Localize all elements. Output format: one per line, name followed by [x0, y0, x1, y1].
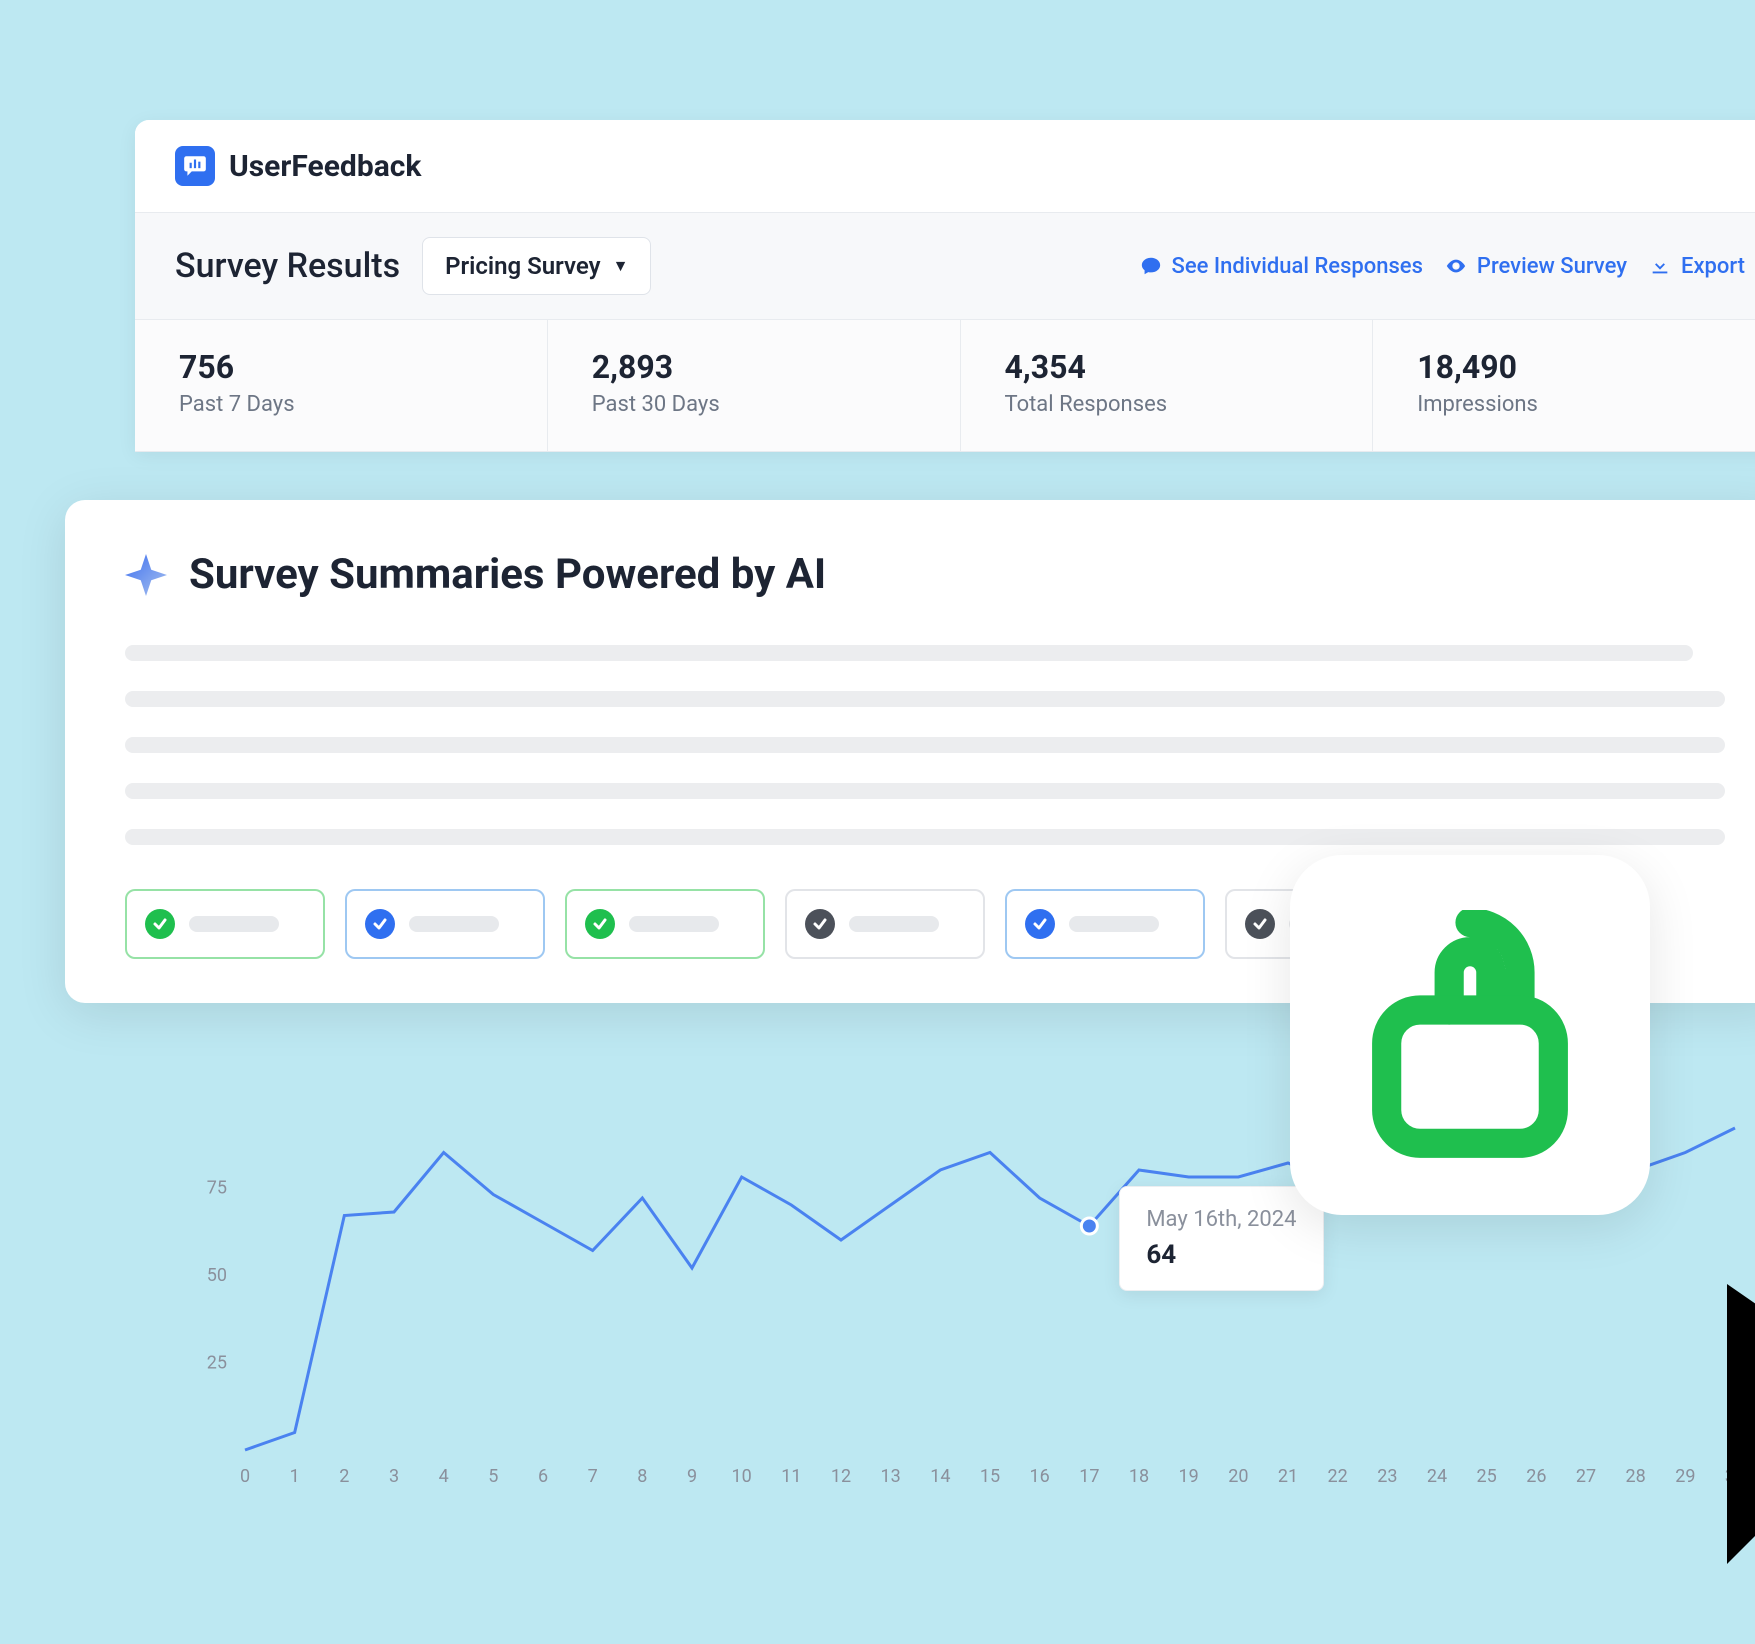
svg-text:6: 6 [538, 1466, 548, 1487]
check-icon [1245, 909, 1275, 939]
chip-label-placeholder [629, 916, 719, 932]
svg-text:25: 25 [207, 1353, 227, 1374]
svg-text:13: 13 [881, 1466, 901, 1487]
tooltip-date: May 16th, 2024 [1146, 1207, 1296, 1232]
stat-card-impressions: 18,490 Impressions [1373, 320, 1755, 452]
survey-selector[interactable]: Pricing Survey ▼ [422, 237, 651, 295]
sparkle-icon [125, 554, 167, 596]
toolbar: Survey Results Pricing Survey ▼ See Indi… [135, 213, 1755, 320]
preview-survey-link[interactable]: Preview Survey [1445, 254, 1627, 279]
svg-text:16: 16 [1030, 1466, 1050, 1487]
stat-value: 4,354 [1005, 348, 1329, 386]
filter-chip[interactable] [565, 889, 765, 959]
check-icon [145, 909, 175, 939]
export-link[interactable]: Export [1649, 254, 1745, 279]
chip-label-placeholder [409, 916, 499, 932]
export-label: Export [1681, 254, 1745, 279]
stat-label: Total Responses [1005, 392, 1329, 417]
see-responses-link[interactable]: See Individual Responses [1140, 254, 1423, 279]
svg-text:9: 9 [687, 1466, 697, 1487]
app-window: UserFeedback Survey Results Pricing Surv… [135, 120, 1755, 452]
svg-text:11: 11 [781, 1466, 801, 1487]
check-icon [365, 909, 395, 939]
svg-text:8: 8 [637, 1466, 647, 1487]
ai-summary-title: Survey Summaries Powered by AI [189, 550, 826, 599]
skeleton-line [125, 645, 1693, 661]
svg-text:7: 7 [588, 1466, 598, 1487]
stat-card-total: 4,354 Total Responses [961, 320, 1374, 452]
unlock-icon [1365, 910, 1575, 1160]
chip-label-placeholder [189, 916, 279, 932]
svg-text:50: 50 [207, 1265, 227, 1286]
brand-name: UserFeedback [229, 149, 421, 184]
cursor-icon [1097, 1244, 1755, 1644]
check-icon [1025, 909, 1055, 939]
svg-text:10: 10 [732, 1466, 752, 1487]
download-icon [1649, 255, 1671, 277]
chip-label-placeholder [849, 916, 939, 932]
chat-bar-icon [182, 153, 208, 179]
stat-value: 18,490 [1417, 348, 1741, 386]
stat-card-7days: 756 Past 7 Days [135, 320, 548, 452]
filter-chip[interactable] [345, 889, 545, 959]
svg-text:3: 3 [389, 1466, 399, 1487]
svg-text:14: 14 [930, 1466, 950, 1487]
ai-summary-header: Survey Summaries Powered by AI [125, 550, 1725, 599]
survey-selector-label: Pricing Survey [445, 252, 600, 280]
stat-label: Past 7 Days [179, 392, 503, 417]
unlock-badge [1290, 855, 1650, 1215]
skeleton-line [125, 691, 1725, 707]
stat-label: Past 30 Days [592, 392, 916, 417]
brand-logo [175, 146, 215, 186]
svg-text:4: 4 [439, 1466, 449, 1487]
svg-text:2: 2 [339, 1466, 349, 1487]
svg-text:0: 0 [240, 1466, 250, 1487]
svg-text:12: 12 [831, 1466, 851, 1487]
chat-icon [1140, 255, 1162, 277]
filter-chip[interactable] [785, 889, 985, 959]
stats-row: 756 Past 7 Days 2,893 Past 30 Days 4,354… [135, 320, 1755, 452]
stat-value: 756 [179, 348, 503, 386]
stat-value: 2,893 [592, 348, 916, 386]
eye-icon [1445, 255, 1467, 277]
chip-label-placeholder [1069, 916, 1159, 932]
stat-label: Impressions [1417, 392, 1741, 417]
filter-chip[interactable] [125, 889, 325, 959]
check-icon [585, 909, 615, 939]
app-header: UserFeedback [135, 120, 1755, 213]
preview-survey-label: Preview Survey [1477, 254, 1627, 279]
skeleton-line [125, 737, 1725, 753]
svg-text:5: 5 [488, 1466, 498, 1487]
svg-text:75: 75 [207, 1178, 227, 1199]
check-icon [805, 909, 835, 939]
caret-down-icon: ▼ [613, 256, 629, 276]
page-title: Survey Results [175, 246, 400, 286]
svg-text:15: 15 [980, 1466, 1000, 1487]
stat-card-30days: 2,893 Past 30 Days [548, 320, 961, 452]
see-responses-label: See Individual Responses [1172, 254, 1423, 279]
filter-chip[interactable] [1005, 889, 1205, 959]
skeleton-line [125, 829, 1725, 845]
svg-text:1: 1 [290, 1466, 300, 1487]
skeleton-line [125, 783, 1725, 799]
